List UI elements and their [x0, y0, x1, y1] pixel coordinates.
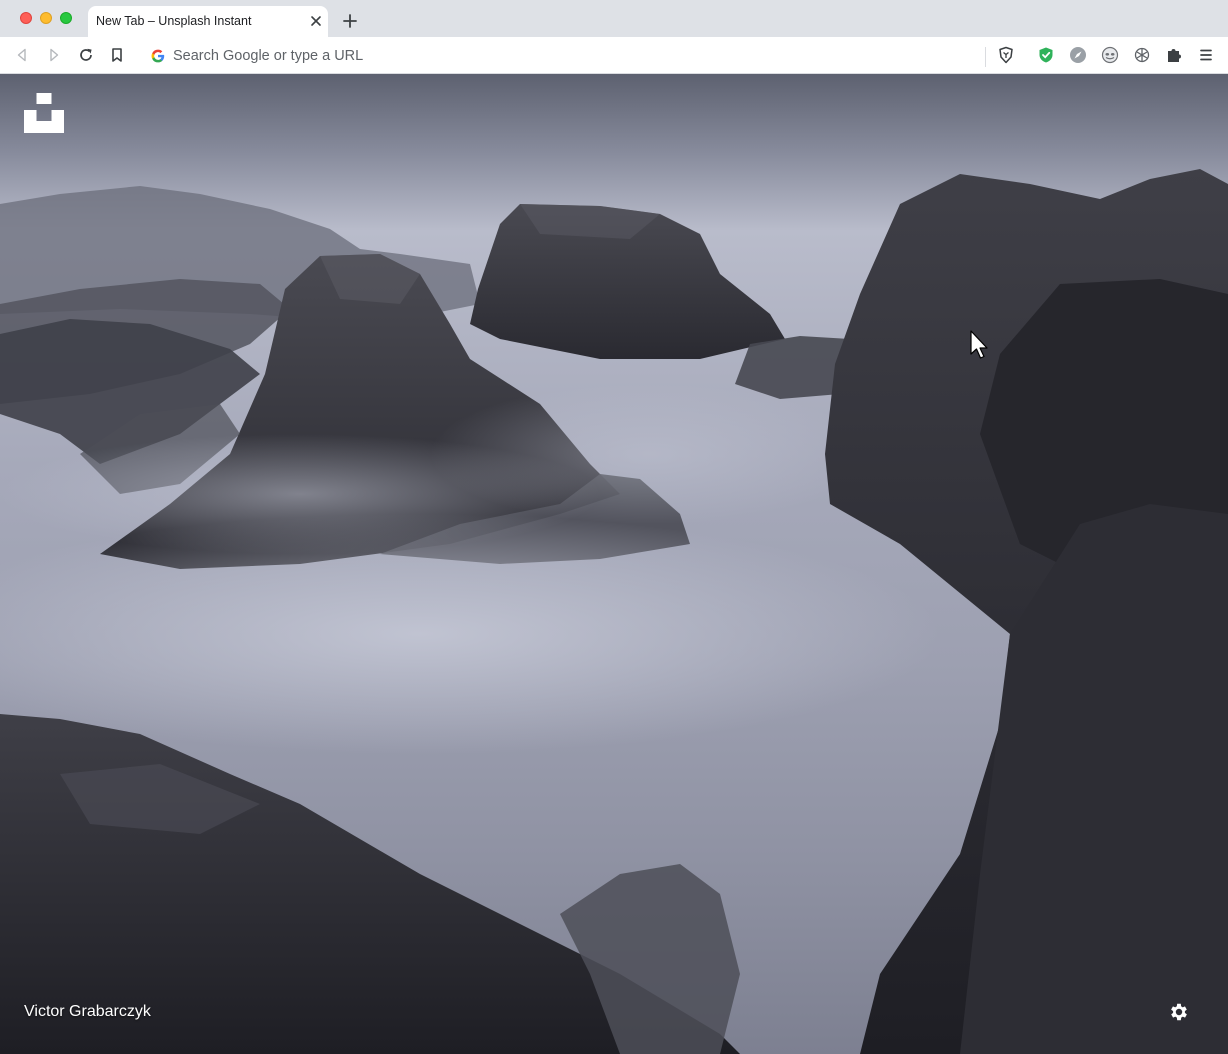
bookmark-icon[interactable]	[107, 45, 127, 65]
forward-arrow-icon[interactable]	[44, 45, 64, 65]
gear-icon[interactable]	[1168, 1001, 1190, 1023]
openai-knot-icon[interactable]	[1132, 45, 1152, 65]
tab-strip: New Tab – Unsplash Instant	[0, 0, 1228, 37]
mouse-cursor-icon	[970, 330, 988, 359]
active-tab[interactable]: New Tab – Unsplash Instant	[88, 6, 328, 37]
new-tab-page: Victor Grabarczyk	[0, 74, 1228, 1054]
photo-credit-link[interactable]: Victor Grabarczyk	[24, 1003, 151, 1021]
back-arrow-icon[interactable]	[12, 45, 32, 65]
green-shield-icon[interactable]	[1036, 45, 1056, 65]
toolbar	[0, 37, 1228, 74]
mask-icon[interactable]	[1100, 45, 1120, 65]
menu-icon[interactable]	[1196, 45, 1216, 65]
background-photo	[0, 169, 1228, 1054]
window-minimize-button[interactable]	[40, 12, 52, 24]
puzzle-icon[interactable]	[1164, 45, 1184, 65]
close-icon[interactable]	[308, 13, 324, 29]
window-maximize-button[interactable]	[60, 12, 72, 24]
browser-window: New Tab – Unsplash Instant Search Google…	[0, 0, 1228, 1054]
unsplash-logo-icon[interactable]	[24, 93, 64, 133]
toolbar-divider	[985, 47, 986, 67]
compass-icon[interactable]	[1068, 45, 1088, 65]
tab-title: New Tab – Unsplash Instant	[96, 14, 252, 28]
omnibox-input[interactable]	[173, 45, 973, 66]
google-g-icon	[151, 49, 165, 63]
plus-icon[interactable]	[340, 11, 360, 31]
omnibox[interactable]	[139, 41, 1027, 70]
window-close-button[interactable]	[20, 12, 32, 24]
reload-icon[interactable]	[76, 45, 96, 65]
brave-shield-icon[interactable]	[996, 45, 1016, 65]
